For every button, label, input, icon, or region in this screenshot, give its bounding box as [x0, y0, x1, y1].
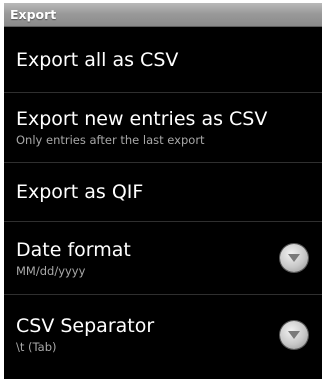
export-new-entries-csv-summary: Only entries after the last export — [16, 133, 205, 147]
date-format-item[interactable]: Date format MM/dd/yyyy — [4, 222, 322, 295]
page-title: Export — [10, 7, 57, 22]
preference-list: Export all as CSV Export new entries as … — [4, 27, 322, 374]
date-format-value: MM/dd/yyyy — [16, 263, 86, 278]
csv-separator-title: CSV Separator — [16, 315, 155, 337]
export-all-csv-item[interactable]: Export all as CSV — [4, 27, 322, 93]
title-bar: Export — [4, 3, 322, 27]
chevron-down-icon[interactable] — [280, 244, 308, 272]
export-qif-item[interactable]: Export as QIF — [4, 163, 322, 222]
export-screen: Export Export all as CSV Export new entr… — [4, 3, 322, 379]
export-new-entries-csv-item[interactable]: Export new entries as CSV Only entries a… — [4, 93, 322, 163]
chevron-down-icon[interactable] — [280, 320, 308, 349]
export-qif-title: Export as QIF — [16, 181, 144, 203]
csv-separator-item[interactable]: CSV Separator \t (Tab) — [4, 295, 322, 374]
export-all-csv-title: Export all as CSV — [16, 48, 179, 71]
csv-separator-value: \t (Tab) — [16, 340, 57, 354]
export-new-entries-csv-title: Export new entries as CSV — [16, 108, 268, 130]
date-format-title: Date format — [16, 238, 131, 261]
